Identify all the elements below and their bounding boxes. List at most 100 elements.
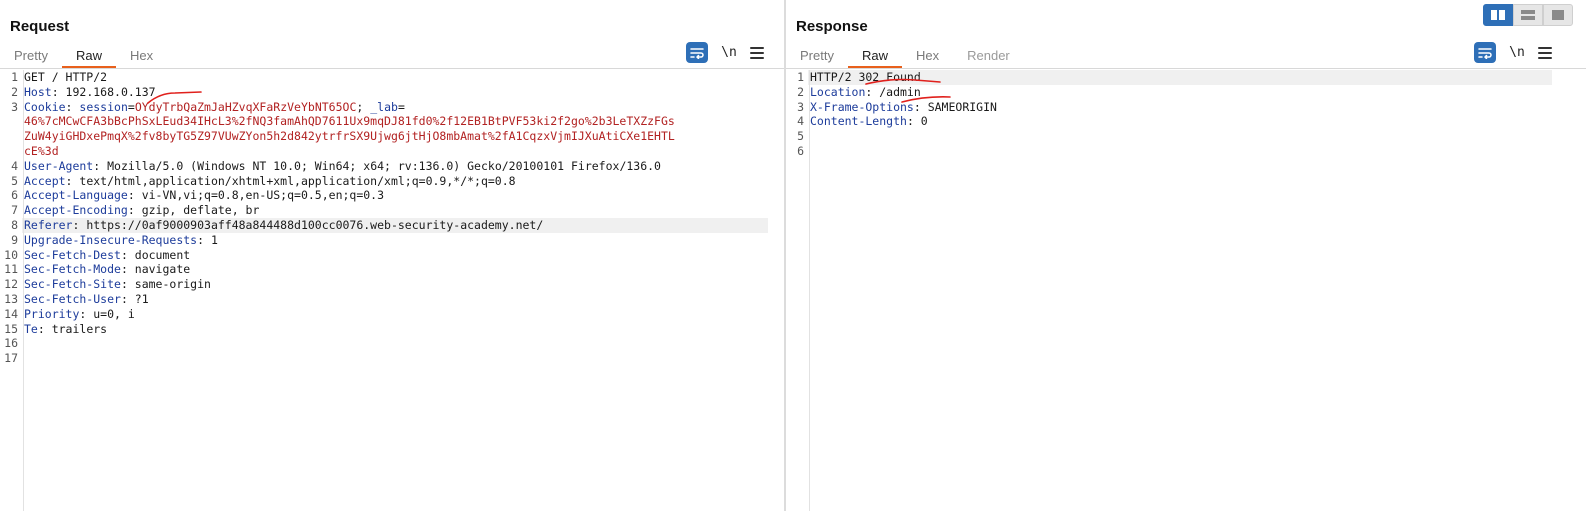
line-code: Te: trailers bbox=[22, 322, 768, 337]
line-code: User-Agent: Mozilla/5.0 (Windows NT 10.0… bbox=[22, 159, 768, 174]
code-text: : Mozilla/5.0 (Windows NT 10.0; Win64; x… bbox=[93, 158, 661, 173]
layout-switch bbox=[1483, 4, 1573, 26]
newline-toggle-button[interactable]: \n bbox=[1506, 45, 1528, 60]
line-number: 4 bbox=[11, 158, 18, 173]
response-toolbar: \n bbox=[1474, 42, 1552, 63]
response-editor[interactable]: 1 HTTP/2 302 Found 2 Location: /admin 3 X-Fra… bbox=[786, 70, 1586, 511]
line-code: Referer: https://0af9000903aff48a844488d… bbox=[22, 217, 768, 233]
editor-line: 15 Te: trailers bbox=[0, 322, 784, 337]
response-tab-divider bbox=[786, 68, 1586, 69]
code-text: = bbox=[127, 99, 135, 114]
line-number: 16 bbox=[4, 336, 18, 351]
editor-line: 4 User-Agent: Mozilla/5.0 (Windows NT 10.… bbox=[0, 159, 784, 174]
code-text: : trailers bbox=[37, 321, 108, 336]
editor-line: 6 bbox=[786, 144, 1586, 159]
editor-line: 2 Location: /admin bbox=[786, 85, 1586, 100]
editor-line: 7 Accept-Encoding: gzip, deflate, br bbox=[0, 203, 784, 218]
line-code: 46%7cMCwCFA3bBcPhSxLEud34IHcL3%2fNQ3famA… bbox=[22, 114, 768, 129]
editor-line: 2 Host: 192.168.0.137 bbox=[0, 85, 784, 100]
line-code: Sec-Fetch-Site: same-origin bbox=[22, 277, 768, 292]
code-text: GET / HTTP/2 bbox=[24, 70, 108, 84]
line-number: 1 bbox=[797, 70, 804, 84]
wrap-lines-icon[interactable] bbox=[1474, 42, 1496, 63]
tab-raw[interactable]: Raw bbox=[61, 44, 116, 68]
line-number: 5 bbox=[797, 129, 804, 144]
hamburger-menu-icon[interactable] bbox=[750, 46, 764, 59]
tab-pretty[interactable]: Pretty bbox=[0, 44, 62, 68]
single-pane-layout-icon[interactable] bbox=[1543, 4, 1573, 26]
code-text: : gzip, deflate, br bbox=[127, 203, 260, 218]
tab-hex[interactable]: Hex bbox=[902, 44, 953, 68]
line-number: 3 bbox=[11, 99, 18, 114]
line-code: Upgrade-Insecure-Requests: 1 bbox=[22, 233, 768, 248]
request-gutter-line bbox=[23, 70, 24, 511]
header-name: Upgrade-Insecure-Requests bbox=[24, 232, 198, 247]
editor-line: 14 Priority: u=0, i bbox=[0, 307, 784, 322]
line-code: Accept: text/html,application/xhtml+xml,… bbox=[22, 174, 768, 189]
request-title: Request bbox=[10, 18, 70, 35]
editor-line: 9 Upgrade-Insecure-Requests: 1 bbox=[0, 233, 784, 248]
header-name: Priority bbox=[24, 306, 80, 321]
line-number: 12 bbox=[4, 277, 18, 292]
response-title: Response bbox=[796, 18, 868, 35]
line-number: 2 bbox=[797, 84, 804, 99]
request-pane: Request Pretty Raw Hex \n 1 GET / HTTP/2 2 Ho… bbox=[0, 0, 784, 511]
editor-line: 10 Sec-Fetch-Dest: document bbox=[0, 248, 784, 263]
cookie-key: session bbox=[79, 99, 128, 114]
line-code: Accept-Language: vi-VN,vi;q=0.8,en-US;q=… bbox=[22, 188, 768, 203]
line-code: X-Frame-Options: SAMEORIGIN bbox=[808, 100, 1552, 115]
line-code: HTTP/2 302 Found bbox=[808, 70, 1552, 85]
header-name: Sec-Fetch-User bbox=[24, 291, 121, 306]
editor-line: 46%7cMCwCFA3bBcPhSxLEud34IHcL3%2fNQ3famA… bbox=[0, 114, 784, 129]
request-tab-divider bbox=[0, 68, 784, 69]
tab-hex[interactable]: Hex bbox=[116, 44, 167, 68]
header-name: Accept-Encoding bbox=[24, 203, 128, 218]
line-code: Sec-Fetch-Dest: document bbox=[22, 248, 768, 263]
cookie-key: _lab bbox=[370, 99, 398, 114]
line-number: 14 bbox=[4, 306, 18, 321]
header-name: Accept bbox=[24, 173, 66, 188]
wrap-lines-icon[interactable] bbox=[686, 42, 708, 63]
line-code: Location: /admin bbox=[808, 85, 1552, 100]
cookie-value: ZuW4yiGHDxePmqX%2fv8byTG5Z97VUwZYon5h2d8… bbox=[24, 129, 675, 144]
response-gutter-line bbox=[809, 70, 810, 511]
side-by-side-layout-icon[interactable] bbox=[1483, 4, 1513, 26]
line-number: 9 bbox=[11, 232, 18, 247]
code-text: : document bbox=[120, 247, 191, 262]
line-number: 7 bbox=[11, 203, 18, 218]
line-number bbox=[0, 144, 22, 159]
editor-line: 1 HTTP/2 302 Found bbox=[786, 70, 1586, 85]
editor-line: 12 Sec-Fetch-Site: same-origin bbox=[0, 277, 784, 292]
line-number: 1 bbox=[11, 70, 18, 84]
line-code: Sec-Fetch-User: ?1 bbox=[22, 292, 768, 307]
code-text: : ?1 bbox=[120, 291, 149, 306]
line-number: 17 bbox=[4, 351, 18, 366]
hamburger-menu-icon[interactable] bbox=[1538, 46, 1552, 59]
tab-render[interactable]: Render bbox=[953, 44, 1024, 68]
line-number: 13 bbox=[4, 291, 18, 306]
header-name: Host bbox=[24, 84, 52, 99]
code-text: : 1 bbox=[197, 232, 218, 247]
line-number: 4 bbox=[797, 114, 804, 129]
line-number: 6 bbox=[797, 143, 804, 158]
editor-line: 13 Sec-Fetch-User: ?1 bbox=[0, 292, 784, 307]
line-number: 10 bbox=[4, 247, 18, 262]
newline-toggle-button[interactable]: \n bbox=[718, 45, 740, 60]
stacked-layout-icon[interactable] bbox=[1513, 4, 1543, 26]
line-number: 5 bbox=[11, 173, 18, 188]
tab-raw[interactable]: Raw bbox=[847, 44, 902, 68]
code-text: : bbox=[65, 99, 80, 114]
code-text: ; bbox=[356, 99, 371, 114]
line-code: Priority: u=0, i bbox=[22, 307, 768, 322]
request-editor[interactable]: 1 GET / HTTP/2 2 Host: 192.168.0.137 3 Cookie… bbox=[0, 70, 784, 511]
line-code: Sec-Fetch-Mode: navigate bbox=[22, 262, 768, 277]
code-text: : same-origin bbox=[120, 277, 211, 292]
line-number: 11 bbox=[4, 262, 18, 277]
tab-pretty[interactable]: Pretty bbox=[786, 44, 848, 68]
request-tabs: Pretty Raw Hex bbox=[0, 44, 167, 68]
line-code: Accept-Encoding: gzip, deflate, br bbox=[22, 203, 768, 218]
cookie-value: cE%3d bbox=[24, 143, 59, 158]
